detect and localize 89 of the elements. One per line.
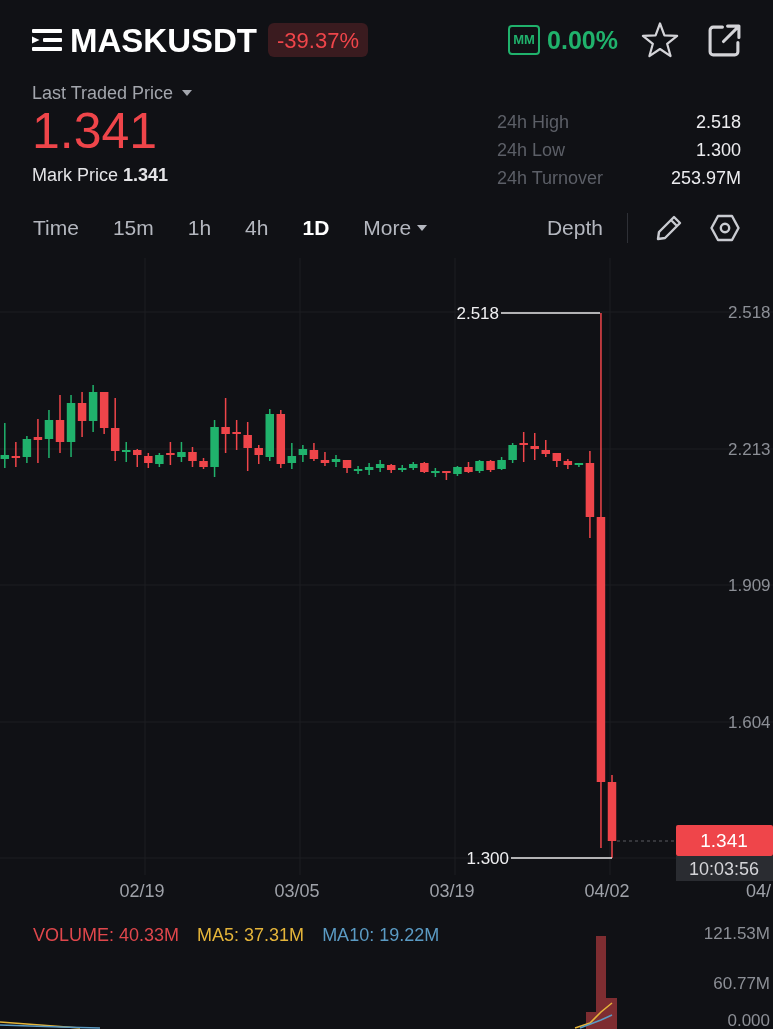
- candle: [530, 432, 539, 461]
- last-price: 1.341: [32, 104, 158, 158]
- mm-rate: 0.00%: [547, 27, 618, 53]
- low-price-label: 1.300: [466, 849, 509, 868]
- stat-label: 24h Low: [497, 138, 566, 162]
- volume-legend-item: VOLUME: 40.33M: [33, 924, 180, 947]
- symbol-title: MASKUSDT: [70, 23, 257, 57]
- stat-label: 24h Turnover: [497, 166, 604, 190]
- price-axis-label: 1.909: [728, 576, 771, 595]
- interval-tab[interactable]: Time: [33, 212, 79, 244]
- candle: [122, 441, 131, 463]
- candle: [375, 459, 385, 473]
- volume-axis-label: 0.000: [727, 1011, 770, 1029]
- price-axis-label: 2.518: [728, 303, 771, 322]
- pencil-icon[interactable]: [655, 214, 683, 242]
- candle: [364, 462, 374, 476]
- interval-tab[interactable]: 4h: [245, 212, 269, 244]
- menu-icon[interactable]: [32, 29, 62, 51]
- candle: [243, 421, 252, 472]
- date-axis-label: 03/05: [274, 881, 320, 901]
- candle: [331, 454, 341, 468]
- volume-axis-label: 121.53M: [703, 924, 770, 943]
- interval-tab[interactable]: 1h: [187, 212, 212, 244]
- price-axis-label: 1.604: [728, 713, 771, 732]
- stat-value: 2.518: [695, 110, 741, 134]
- interval-tab[interactable]: More: [363, 212, 428, 244]
- candle: [144, 452, 153, 469]
- candle: [66, 394, 76, 458]
- star-icon[interactable]: [641, 22, 679, 58]
- interval-tab[interactable]: 1D: [302, 212, 330, 244]
- countdown-tag: 10:03:56: [676, 856, 773, 881]
- stat-value: 1.300: [695, 138, 741, 162]
- interval-tab[interactable]: 15m: [112, 212, 154, 244]
- date-axis-label: 02/19: [119, 881, 165, 901]
- candle: [497, 456, 506, 471]
- stat-value: 253.97M: [670, 166, 741, 190]
- candle: [464, 461, 473, 474]
- mark-price: Mark Price 1.341: [32, 164, 169, 187]
- candle: [133, 448, 142, 468]
- candle: [188, 446, 197, 468]
- volume-axis-label: 60.77M: [713, 974, 770, 993]
- caret-icon: [417, 225, 428, 231]
- price-axis-label: 2.213: [728, 440, 771, 459]
- date-axis-label: 04/: [745, 881, 771, 901]
- price-type-dropdown[interactable]: Last Traded Price: [32, 82, 193, 104]
- date-axis-label: 03/19: [429, 881, 475, 901]
- ma10-line: [579, 1014, 613, 1029]
- candle: [265, 408, 274, 462]
- candle: [221, 397, 230, 454]
- candle: [210, 419, 219, 478]
- caret-icon: [182, 90, 193, 96]
- stat-label: 24h High: [497, 110, 570, 134]
- candle: [453, 465, 462, 477]
- candle: [232, 419, 241, 451]
- candle: [475, 459, 484, 474]
- candle: [409, 461, 418, 471]
- mm-badge: MM: [508, 25, 541, 55]
- candle: [420, 461, 429, 474]
- candle: [398, 464, 407, 473]
- price-line: [616, 840, 677, 842]
- depth-button[interactable]: Depth: [546, 212, 603, 244]
- ma5-line: [574, 1002, 613, 1029]
- candle: [77, 391, 87, 438]
- candle: [155, 452, 164, 468]
- candle: [386, 463, 396, 474]
- candle: [44, 409, 54, 459]
- last-price-tag: 1.341: [676, 825, 773, 856]
- candle: [88, 384, 98, 433]
- candle: [309, 442, 319, 462]
- candle: [320, 451, 330, 467]
- candle: [486, 459, 495, 473]
- high-price-label: 2.518: [456, 304, 499, 323]
- candle: [508, 442, 517, 464]
- candle: [431, 467, 440, 478]
- candle: [519, 431, 528, 463]
- change-badge: -39.37%: [268, 23, 368, 57]
- candle: [442, 470, 451, 481]
- candle: [55, 394, 65, 454]
- candle: [254, 444, 263, 465]
- volume-legend-item: MA5: 37.31M: [197, 924, 305, 947]
- candle: [166, 441, 175, 466]
- settings-icon[interactable]: [710, 214, 740, 242]
- volume-legend-item: MA10: 19.22M: [322, 924, 440, 947]
- candle: [199, 457, 208, 470]
- candle: [541, 439, 550, 458]
- candle: [177, 441, 186, 463]
- external-link-icon[interactable]: [707, 22, 742, 58]
- candle: [552, 452, 562, 468]
- date-axis-label: 04/02: [584, 881, 630, 901]
